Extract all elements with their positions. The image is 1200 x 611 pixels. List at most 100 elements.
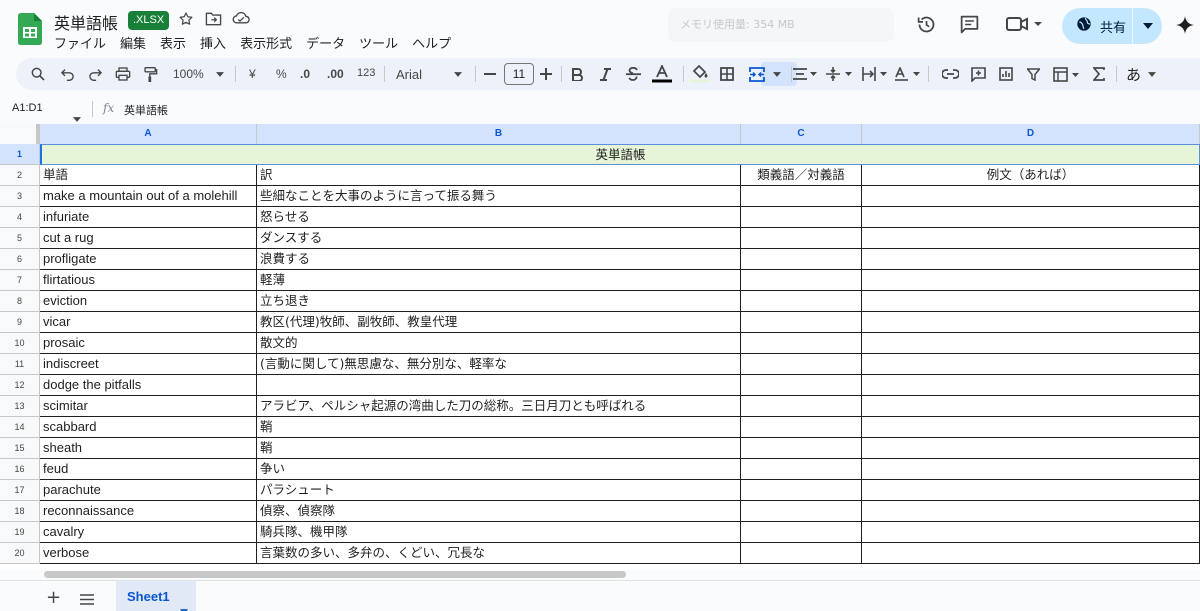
header-cell-translation[interactable]: 訳 xyxy=(257,165,741,186)
formula-input[interactable]: 英単語帳 xyxy=(124,102,168,118)
print-icon[interactable] xyxy=(115,65,131,83)
font-family-select[interactable]: Arial xyxy=(396,67,422,82)
filter-icon[interactable] xyxy=(1027,65,1040,83)
cell-synonyms[interactable] xyxy=(741,459,862,480)
text-wrapping-icon[interactable] xyxy=(862,65,888,83)
row-header[interactable]: 10 xyxy=(0,333,40,354)
menu-tools[interactable]: ツール xyxy=(359,33,405,52)
share-dropdown-icon[interactable] xyxy=(1133,8,1162,44)
cell-synonyms[interactable] xyxy=(741,354,862,375)
bold-icon[interactable] xyxy=(572,65,583,83)
cell-translation[interactable]: パラシュート xyxy=(257,480,741,501)
cell-translation[interactable]: 騎兵隊、機甲隊 xyxy=(257,522,741,543)
cell-word[interactable]: feud xyxy=(40,459,257,480)
row-header[interactable]: 6 xyxy=(0,249,40,270)
cell-example[interactable] xyxy=(862,501,1200,522)
row-header[interactable]: 17 xyxy=(0,480,40,501)
header-cell-synonyms[interactable]: 類義語／対義語 xyxy=(741,165,862,186)
comments-icon[interactable] xyxy=(959,14,980,35)
cell-translation[interactable]: 鞘 xyxy=(257,438,741,459)
horizontal-scrollbar[interactable] xyxy=(44,571,626,578)
cell-example[interactable] xyxy=(862,522,1200,543)
cell-example[interactable] xyxy=(862,438,1200,459)
cell-word[interactable]: make a mountain out of a molehill xyxy=(40,186,257,207)
star-icon[interactable] xyxy=(178,11,196,29)
add-sheet-button[interactable]: + xyxy=(46,587,61,608)
undo-icon[interactable] xyxy=(60,65,75,83)
column-header-c[interactable]: C xyxy=(741,124,862,144)
decrease-decimal-button[interactable]: .0 xyxy=(300,67,310,81)
column-header-a[interactable]: A xyxy=(40,124,257,144)
cell-example[interactable] xyxy=(862,543,1200,564)
cell-example[interactable] xyxy=(862,312,1200,333)
share-button[interactable]: 共有 xyxy=(1062,8,1162,44)
row-header[interactable]: 15 xyxy=(0,438,40,459)
search-menus-icon[interactable] xyxy=(30,65,46,83)
redo-icon[interactable] xyxy=(88,65,103,83)
meet-video-icon[interactable] xyxy=(1006,14,1044,34)
menu-file[interactable]: ファイル xyxy=(54,33,113,52)
cell-example[interactable] xyxy=(862,291,1200,312)
text-rotation-icon[interactable] xyxy=(895,65,921,83)
cell-translation[interactable]: 些細なことを大事のように言って振る舞う xyxy=(257,186,741,207)
cell-word[interactable]: verbose xyxy=(40,543,257,564)
increase-decimal-button[interactable]: .00 xyxy=(327,67,344,81)
cell-word[interactable]: vicar xyxy=(40,312,257,333)
cell-example[interactable] xyxy=(862,333,1200,354)
cell-synonyms[interactable] xyxy=(741,291,862,312)
cell-example[interactable] xyxy=(862,186,1200,207)
cell-word[interactable]: dodge the pitfalls xyxy=(40,375,257,396)
cell-translation[interactable]: 立ち退き xyxy=(257,291,741,312)
fill-color-icon[interactable] xyxy=(690,65,710,83)
cell-example[interactable] xyxy=(862,480,1200,501)
cell-word[interactable]: cut a rug xyxy=(40,228,257,249)
cell-synonyms[interactable] xyxy=(741,249,862,270)
cell-word[interactable]: indiscreet xyxy=(40,354,257,375)
cell-synonyms[interactable] xyxy=(741,228,862,249)
header-cell-word[interactable]: 単語 xyxy=(40,165,257,186)
row-header[interactable]: 19 xyxy=(0,522,40,543)
cell-word[interactable]: flirtatious xyxy=(40,270,257,291)
font-dropdown-icon[interactable] xyxy=(454,65,462,83)
cell-synonyms[interactable] xyxy=(741,417,862,438)
strikethrough-icon[interactable] xyxy=(626,65,641,83)
spreadsheet-grid[interactable]: A B C D 1 英単語帳 2 単語 訳 類義語／対義語 例文（あれば） 3m… xyxy=(0,124,1200,570)
gemini-sparkle-icon[interactable] xyxy=(1176,16,1194,38)
cell-word[interactable]: scabbard xyxy=(40,417,257,438)
cell-translation[interactable]: 教区(代理)牧師、副牧師、教皇代理 xyxy=(257,312,741,333)
sheet-tab-dropdown-icon[interactable] xyxy=(180,594,188,611)
column-header-b[interactable]: B xyxy=(257,124,741,144)
row-header[interactable]: 4 xyxy=(0,207,40,228)
cell-translation[interactable]: 鞘 xyxy=(257,417,741,438)
row-header[interactable]: 3 xyxy=(0,186,40,207)
row-header[interactable]: 7 xyxy=(0,270,40,291)
filter-views-icon[interactable] xyxy=(1053,65,1081,83)
insert-chart-icon[interactable] xyxy=(999,65,1013,83)
cell-word[interactable]: eviction xyxy=(40,291,257,312)
row-header[interactable]: 18 xyxy=(0,501,40,522)
row-header[interactable]: 20 xyxy=(0,543,40,564)
zoom-select[interactable]: 100% xyxy=(173,67,204,81)
horizontal-align-icon[interactable] xyxy=(793,65,817,83)
share-main[interactable]: 共有 xyxy=(1062,8,1132,44)
menu-insert[interactable]: 挿入 xyxy=(200,33,233,52)
cell-word[interactable]: profligate xyxy=(40,249,257,270)
currency-format-button[interactable]: ¥ xyxy=(249,67,256,81)
row-header[interactable]: 13 xyxy=(0,396,40,417)
cell-synonyms[interactable] xyxy=(741,333,862,354)
vertical-align-icon[interactable] xyxy=(826,65,852,83)
decrease-font-size-icon[interactable] xyxy=(484,65,496,83)
row-header[interactable]: 8 xyxy=(0,291,40,312)
sheet-tab[interactable]: Sheet1 xyxy=(116,581,196,611)
column-header-d[interactable]: D xyxy=(862,124,1200,144)
cell-synonyms[interactable] xyxy=(741,438,862,459)
cell-translation[interactable]: (言動に関して)無思慮な、無分別な、軽率な xyxy=(257,354,741,375)
cell-word[interactable]: reconnaissance xyxy=(40,501,257,522)
menu-edit[interactable]: 編集 xyxy=(120,33,153,52)
cell-synonyms[interactable] xyxy=(741,480,862,501)
move-to-folder-icon[interactable] xyxy=(205,11,223,29)
menu-data[interactable]: データ xyxy=(306,33,352,52)
cell-word[interactable]: parachute xyxy=(40,480,257,501)
row-header[interactable]: 11 xyxy=(0,354,40,375)
cell-translation[interactable]: 怒らせる xyxy=(257,207,741,228)
